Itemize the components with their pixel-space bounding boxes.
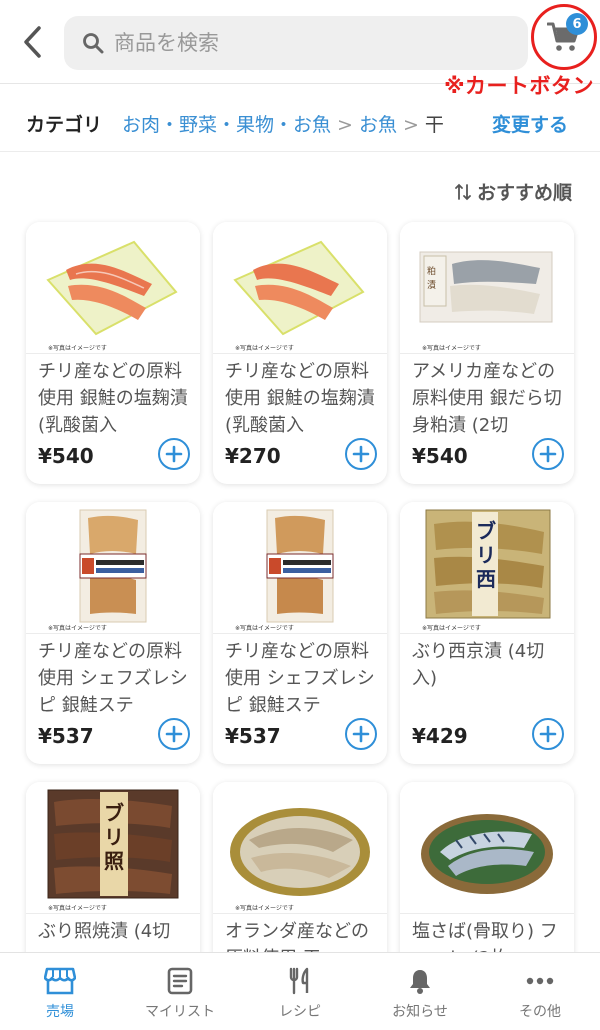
more-icon (526, 977, 554, 985)
add-to-cart-button[interactable] (345, 718, 377, 750)
breadcrumb: お肉・野菜・果物・お魚 > お魚 > 干 (122, 110, 480, 137)
product-price: ¥429 (412, 724, 468, 748)
svg-text:西: 西 (476, 567, 496, 591)
product-name: ぶり西京漬 (4切入) (412, 641, 545, 689)
change-category-button[interactable]: 変更する (490, 110, 569, 137)
svg-text:粕: 粕 (427, 265, 436, 277)
fork-knife-icon (289, 967, 309, 995)
nav-item-more[interactable]: その他 (480, 953, 600, 1030)
breadcrumb-separator-icon: > (402, 114, 419, 136)
nav-label: レシピ (279, 1004, 321, 1020)
product-image (400, 782, 574, 914)
add-to-cart-button[interactable] (532, 438, 564, 470)
svg-text:※写真はイメージです: ※写真はイメージです (235, 904, 294, 912)
nav-label: マイリスト (145, 1004, 215, 1020)
search-input[interactable] (114, 31, 494, 55)
svg-text:リ: リ (476, 543, 496, 567)
chevron-left-icon (24, 26, 41, 58)
sort-label: おすすめ順 (476, 182, 572, 204)
plus-icon (539, 445, 557, 463)
product-name: チリ産などの原料使用 シェフズレシピ 銀鮭ステ (225, 641, 375, 716)
product-image: ※写真はイメージです (26, 502, 200, 634)
cart-button[interactable]: 6 (542, 13, 588, 59)
product-card[interactable]: ブ リ 西 ※写真はイメージです ぶり西京漬 (4切入) ¥429 (400, 502, 574, 764)
breadcrumb-separator-icon: > (337, 114, 353, 136)
store-icon (44, 967, 76, 995)
nav-label: その他 (519, 1004, 561, 1020)
plus-icon (352, 445, 370, 463)
nav-label: 売場 (46, 1004, 74, 1020)
search-icon (83, 33, 104, 54)
product-card[interactable]: ※写真はイメージです チリ産などの原料使用 シェフズレシピ 銀鮭ステ ¥537 (213, 502, 387, 764)
product-image: ※写真はイメージです (213, 222, 387, 354)
product-card[interactable]: ※写真はイメージです チリ産などの原料使用 シェフズレシピ 銀鮭ステ ¥537 (26, 502, 200, 764)
plus-icon (165, 445, 183, 463)
cart-count-badge: 6 (566, 13, 588, 35)
product-name: チリ産などの原料使用 銀鮭の塩麹漬(乳酸菌入 (225, 361, 375, 436)
product-price: ¥537 (225, 724, 281, 748)
svg-text:※写真はイメージです: ※写真はイメージです (48, 624, 107, 632)
plus-icon (165, 725, 183, 743)
category-bar: カテゴリ お肉・野菜・果物・お魚 > お魚 > 干 変更する (0, 96, 600, 152)
nav-item-mylist[interactable]: マイリスト (120, 953, 240, 1030)
svg-text:漬: 漬 (427, 279, 436, 291)
add-to-cart-button[interactable] (532, 718, 564, 750)
list-icon (167, 967, 193, 995)
nav-item-store[interactable]: 売場 (0, 953, 120, 1030)
svg-text:ブ: ブ (476, 519, 496, 543)
page: 6 ※カートボタン カテゴリ お肉・野菜・果物・お魚>お魚>干 変更する おすす… (0, 0, 600, 1030)
nav-item-recipe[interactable]: レシピ (240, 953, 360, 1030)
product-name: アメリカ産などの原料使用 銀だら切身粕漬 (2切 (412, 361, 562, 436)
sort-icon (455, 183, 471, 200)
product-image: ブ リ 西 ※写真はイメージです (400, 502, 574, 634)
category-label: カテゴリ (26, 114, 103, 136)
product-name: チリ産などの原料使用 シェフズレシピ 銀鮭ステ (38, 641, 188, 716)
product-image: ブ リ 照 ※写真はイメージです (26, 782, 200, 914)
breadcrumb-item[interactable]: お魚 (359, 114, 397, 136)
product-card[interactable]: 粕 漬 ※写真はイメージです アメリカ産などの原料使用 銀だら切身粕漬 (2切 … (400, 222, 574, 484)
bottom-nav: 売場 マイリスト レシピ お知らせ その他 (0, 952, 600, 1030)
header: 6 ※カートボタン (0, 0, 600, 98)
product-image: ※写真はイメージです (213, 502, 387, 634)
add-to-cart-button[interactable] (345, 438, 377, 470)
search-bar[interactable] (64, 16, 528, 70)
add-to-cart-button[interactable] (158, 438, 190, 470)
svg-text:※写真はイメージです: ※写真はイメージです (422, 624, 481, 632)
svg-text:照: 照 (104, 849, 124, 873)
product-price: ¥540 (38, 444, 94, 468)
product-image: ※写真はイメージです (26, 222, 200, 354)
product-card[interactable]: ※写真はイメージです チリ産などの原料使用 銀鮭の塩麹漬(乳酸菌入 ¥270 (213, 222, 387, 484)
svg-text:※写真はイメージです: ※写真はイメージです (48, 344, 107, 352)
sort-button[interactable]: おすすめ順 (455, 178, 572, 205)
svg-text:リ: リ (104, 825, 124, 849)
back-button[interactable] (14, 24, 50, 60)
product-name: チリ産などの原料使用 銀鮭の塩麹漬(乳酸菌入 (38, 361, 188, 436)
nav-item-notifications[interactable]: お知らせ (360, 953, 480, 1030)
product-price: ¥540 (412, 444, 468, 468)
svg-text:※写真はイメージです: ※写真はイメージです (235, 344, 294, 352)
svg-text:ブ: ブ (104, 801, 124, 825)
breadcrumb-item[interactable]: お肉・野菜・果物・お魚 (122, 114, 331, 136)
cart-highlight-circle: 6 (531, 4, 597, 70)
svg-text:※写真はイメージです: ※写真はイメージです (235, 624, 294, 632)
breadcrumb-current: 干 (424, 114, 444, 136)
svg-text:※写真はイメージです: ※写真はイメージです (422, 344, 481, 352)
svg-text:※写真はイメージです: ※写真はイメージです (48, 904, 107, 912)
bell-icon (410, 970, 430, 994)
plus-icon (352, 725, 370, 743)
product-image: 粕 漬 ※写真はイメージです (400, 222, 574, 354)
nav-label: お知らせ (392, 1004, 448, 1020)
product-card[interactable]: ※写真はイメージです チリ産などの原料使用 銀鮭の塩麹漬(乳酸菌入 ¥540 (26, 222, 200, 484)
product-image: ※写真はイメージです (213, 782, 387, 914)
plus-icon (539, 725, 557, 743)
product-price: ¥270 (225, 444, 281, 468)
add-to-cart-button[interactable] (158, 718, 190, 750)
product-price: ¥537 (38, 724, 94, 748)
